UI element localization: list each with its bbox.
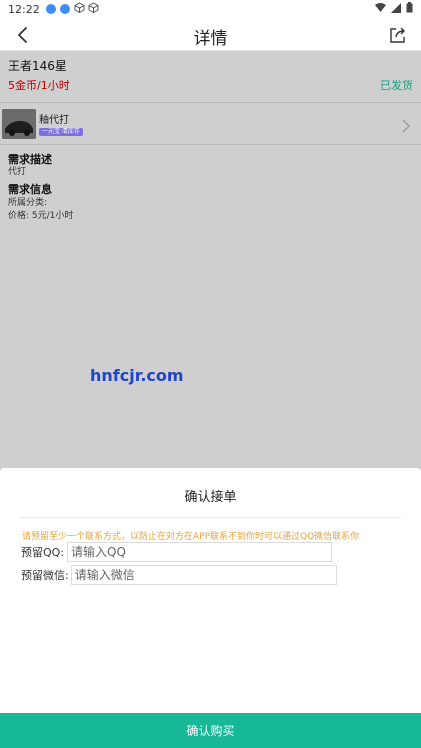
confirm-order-sheet: 确认接单 请预留至少一个联系方式，以防止在对方在APP联系不到你时可以通过QQ微… <box>0 468 421 748</box>
app-bar: 详情 <box>0 18 421 51</box>
user-badge: 一元宝·清库存 <box>39 128 83 136</box>
contact-notice: 请预留至少一个联系方式，以防止在对方在APP联系不到你时可以通过QQ微信联系你 <box>22 532 360 542</box>
order-detail-content: 王者146星 5金币/1小时 已发货 釉代打 一元宝·清库存 需求描述 代打 需… <box>0 51 421 468</box>
battery-icon <box>406 2 413 16</box>
avatar <box>2 109 36 139</box>
wechat-label: 预留微信: <box>21 569 69 582</box>
status-bar: 12:22 <box>0 0 421 18</box>
qq-field-row: 预留QQ: <box>21 542 333 562</box>
order-price: 5金币/1小时 <box>8 79 70 92</box>
wechat-field-row: 预留微信: <box>21 565 337 585</box>
notification-blue-icon <box>45 4 56 14</box>
order-name: 王者146星 <box>8 59 67 73</box>
cube-icon <box>88 2 99 16</box>
wifi-icon <box>375 2 386 16</box>
info-category: 所属分类: <box>8 198 48 208</box>
order-header: 王者146星 5金币/1小时 已发货 <box>0 51 421 103</box>
status-time: 12:22 <box>8 2 40 16</box>
qq-label: 预留QQ: <box>21 546 65 559</box>
cube-icon <box>74 2 85 16</box>
confirm-buy-button[interactable]: 确认购买 <box>0 713 421 748</box>
qq-input[interactable] <box>67 542 333 562</box>
share-icon[interactable] <box>387 24 409 46</box>
user-row[interactable]: 釉代打 一元宝·清库存 <box>0 104 421 145</box>
watermark: hnfcjr.com <box>90 366 184 385</box>
signal-icon <box>391 2 401 16</box>
username: 釉代打 <box>39 115 69 126</box>
page-title: 详情 <box>193 29 228 49</box>
order-status: 已发货 <box>380 79 413 92</box>
chevron-right-icon <box>401 118 411 133</box>
wechat-input[interactable] <box>70 565 337 585</box>
sheet-title: 确认接单 <box>184 490 237 505</box>
notification-blue-icon <box>59 4 70 14</box>
desc-text: 代打 <box>8 167 27 177</box>
sheet-divider <box>20 517 401 518</box>
info-price: 价格: 5元/1小时 <box>8 211 74 221</box>
